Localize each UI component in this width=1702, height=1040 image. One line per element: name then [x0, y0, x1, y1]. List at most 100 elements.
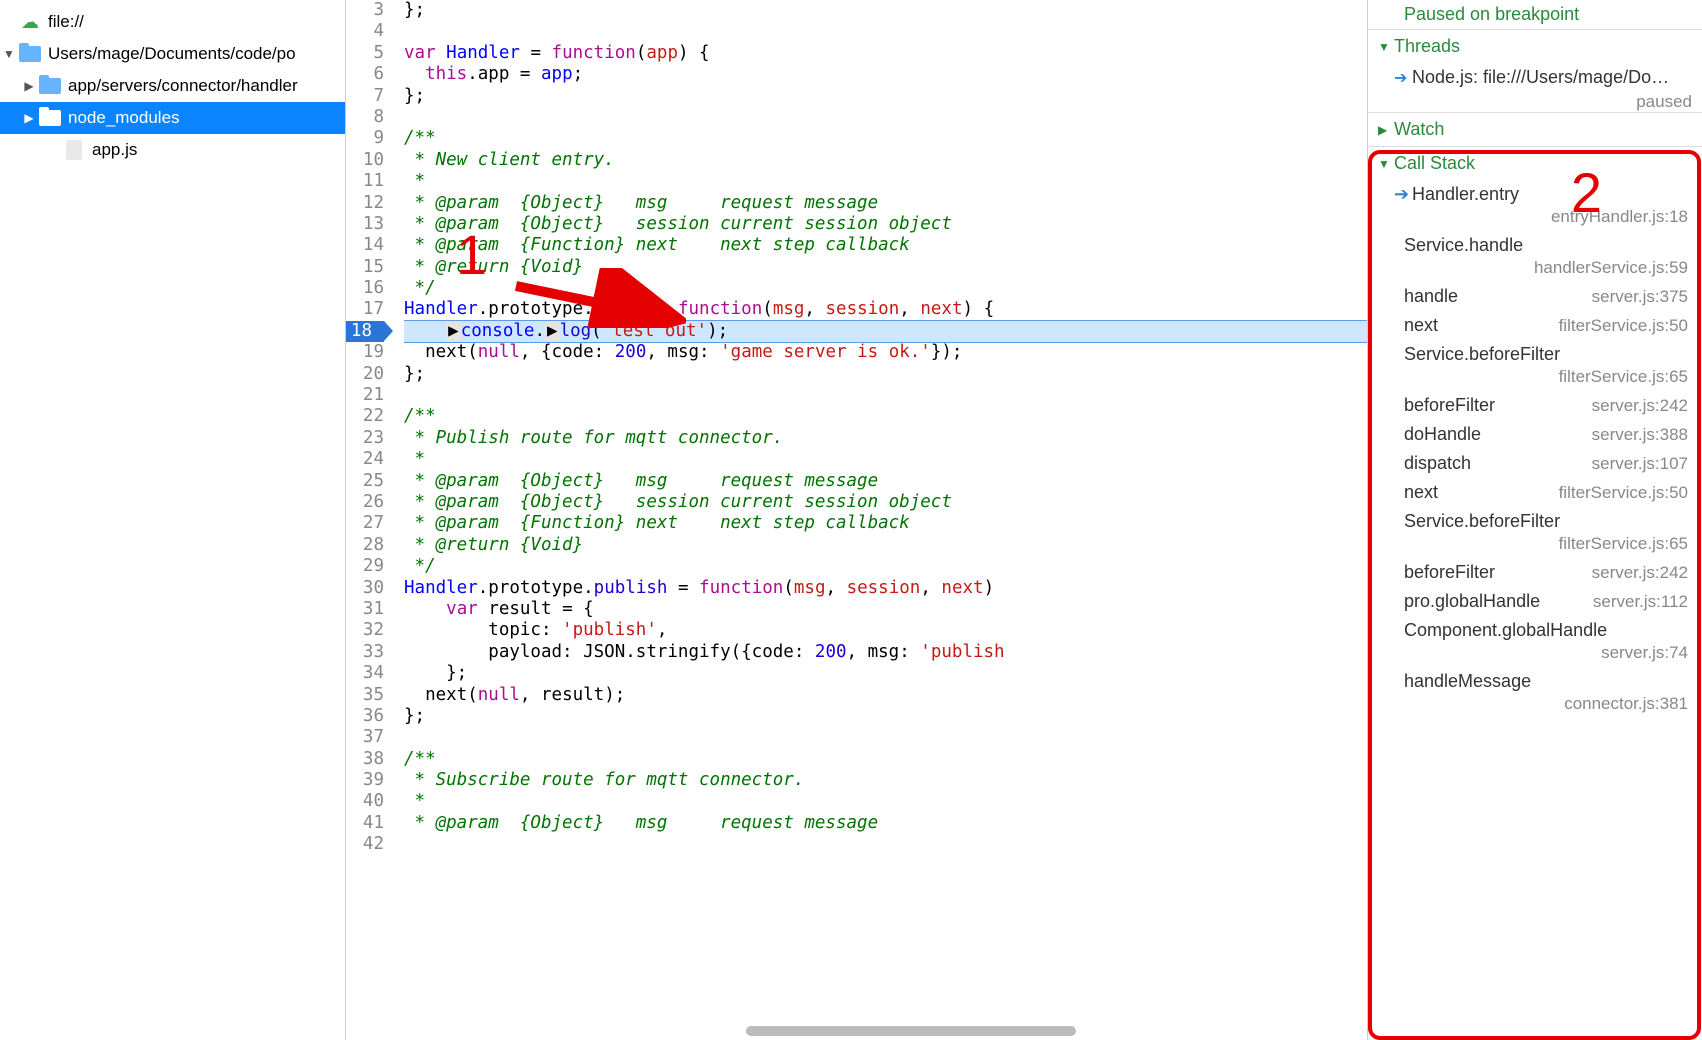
- code-line[interactable]: [404, 385, 1367, 406]
- stack-frame[interactable]: nextfilterService.js:50: [1368, 311, 1702, 340]
- code-editor[interactable]: 3456789101112131415161718192021222324252…: [346, 0, 1367, 1040]
- code-line[interactable]: * Publish route for mqtt connector.: [404, 428, 1367, 449]
- stack-frame[interactable]: Service.beforeFilterfilterService.js:65: [1368, 340, 1702, 391]
- line-number[interactable]: 26: [346, 492, 384, 513]
- line-number[interactable]: 15: [346, 257, 384, 278]
- code-line[interactable]: Handler.prototype.publish = function(msg…: [404, 578, 1367, 599]
- tree-root-scheme[interactable]: ☁ file://: [0, 6, 345, 38]
- line-number[interactable]: 27: [346, 513, 384, 534]
- code-line[interactable]: * @param {Object} session current sessio…: [404, 214, 1367, 235]
- line-number[interactable]: 18: [346, 321, 384, 342]
- code-line[interactable]: /**: [404, 406, 1367, 427]
- line-number[interactable]: 5: [346, 43, 384, 64]
- code-line[interactable]: *: [404, 171, 1367, 192]
- stack-frame[interactable]: handleserver.js:375: [1368, 282, 1702, 311]
- line-number[interactable]: 13: [346, 214, 384, 235]
- code-line[interactable]: };: [404, 86, 1367, 107]
- stack-frame[interactable]: Service.beforeFilterfilterService.js:65: [1368, 507, 1702, 558]
- code-line[interactable]: topic: 'publish',: [404, 620, 1367, 641]
- code-line[interactable]: payload: JSON.stringify({code: 200, msg:…: [404, 642, 1367, 663]
- line-number[interactable]: 22: [346, 406, 384, 427]
- stack-frame[interactable]: beforeFilterserver.js:242: [1368, 558, 1702, 587]
- stack-frame[interactable]: Component.globalHandleserver.js:74: [1368, 616, 1702, 667]
- code-line[interactable]: Handler.prototype.entry = function(msg, …: [404, 299, 1367, 320]
- line-number[interactable]: 6: [346, 64, 384, 85]
- line-number[interactable]: 23: [346, 428, 384, 449]
- code-line[interactable]: };: [404, 0, 1367, 21]
- watch-header[interactable]: ▶ Watch: [1368, 113, 1702, 146]
- line-number[interactable]: 33: [346, 642, 384, 663]
- tree-item-node-modules[interactable]: ▶node_modules: [0, 102, 345, 134]
- line-number[interactable]: 20: [346, 364, 384, 385]
- code-line[interactable]: */: [404, 556, 1367, 577]
- tree-item-users-mage-documents-code-po[interactable]: ▼Users/mage/Documents/code/po: [0, 38, 345, 70]
- code-line[interactable]: var Handler = function(app) {: [404, 43, 1367, 64]
- threads-header[interactable]: ▼ Threads: [1368, 30, 1702, 63]
- code-line[interactable]: * New client entry.: [404, 150, 1367, 171]
- stack-frame[interactable]: nextfilterService.js:50: [1368, 478, 1702, 507]
- code-line[interactable]: [404, 107, 1367, 128]
- code-line[interactable]: */: [404, 278, 1367, 299]
- stack-frame[interactable]: beforeFilterserver.js:242: [1368, 391, 1702, 420]
- line-number[interactable]: 3: [346, 0, 384, 21]
- line-number[interactable]: 40: [346, 791, 384, 812]
- code-line[interactable]: /**: [404, 749, 1367, 770]
- line-number[interactable]: 25: [346, 471, 384, 492]
- line-number[interactable]: 4: [346, 21, 384, 42]
- code-line[interactable]: };: [404, 706, 1367, 727]
- line-number[interactable]: 9: [346, 128, 384, 149]
- line-number[interactable]: 16: [346, 278, 384, 299]
- code-line[interactable]: * @param {Object} msg request message: [404, 471, 1367, 492]
- line-number[interactable]: 8: [346, 107, 384, 128]
- line-number[interactable]: 14: [346, 235, 384, 256]
- line-number[interactable]: 19: [346, 342, 384, 363]
- code-line[interactable]: };: [404, 663, 1367, 684]
- line-number[interactable]: 39: [346, 770, 384, 791]
- code-line[interactable]: *: [404, 791, 1367, 812]
- code-line[interactable]: * @param {Object} msg request message: [404, 813, 1367, 834]
- line-number[interactable]: 29: [346, 556, 384, 577]
- code-line[interactable]: * @return {Void}: [404, 257, 1367, 278]
- line-number[interactable]: 41: [346, 813, 384, 834]
- stack-frame[interactable]: handleMessageconnector.js:381: [1368, 667, 1702, 718]
- stack-frame[interactable]: ➔Handler.entryentryHandler.js:18: [1368, 180, 1702, 231]
- horizontal-scrollbar[interactable]: [746, 1026, 1076, 1036]
- code-line[interactable]: [404, 727, 1367, 748]
- code-line[interactable]: * @param {Function} next next step callb…: [404, 513, 1367, 534]
- tree-item-app-servers-connector-handler[interactable]: ▶app/servers/connector/handler: [0, 70, 345, 102]
- code-line[interactable]: /**: [404, 128, 1367, 149]
- line-number[interactable]: 10: [346, 150, 384, 171]
- line-number[interactable]: 7: [346, 86, 384, 107]
- line-number[interactable]: 32: [346, 620, 384, 641]
- code-area[interactable]: }; var Handler = function(app) { this.app…: [396, 0, 1367, 1040]
- code-line[interactable]: next(null, {code: 200, msg: 'game server…: [404, 342, 1367, 363]
- code-line[interactable]: *: [404, 449, 1367, 470]
- code-line[interactable]: this.app = app;: [404, 64, 1367, 85]
- line-number[interactable]: 34: [346, 663, 384, 684]
- line-number[interactable]: 42: [346, 834, 384, 855]
- line-number[interactable]: 37: [346, 727, 384, 748]
- line-number[interactable]: 36: [346, 706, 384, 727]
- line-number[interactable]: 17: [346, 299, 384, 320]
- code-line[interactable]: * @param {Object} msg request message: [404, 193, 1367, 214]
- line-number[interactable]: 24: [346, 449, 384, 470]
- stack-frame[interactable]: dispatchserver.js:107: [1368, 449, 1702, 478]
- code-line[interactable]: ▶console.▶log('test out');: [404, 321, 1367, 342]
- code-line[interactable]: };: [404, 364, 1367, 385]
- code-line[interactable]: * Subscribe route for mqtt connector.: [404, 770, 1367, 791]
- code-line[interactable]: * @return {Void}: [404, 535, 1367, 556]
- code-line[interactable]: next(null, result);: [404, 685, 1367, 706]
- line-number[interactable]: 30: [346, 578, 384, 599]
- stack-frame[interactable]: pro.globalHandleserver.js:112: [1368, 587, 1702, 616]
- code-line[interactable]: var result = {: [404, 599, 1367, 620]
- tree-item-app-js[interactable]: app.js: [0, 134, 345, 166]
- stack-frame[interactable]: doHandleserver.js:388: [1368, 420, 1702, 449]
- thread-item[interactable]: ➔ Node.js: file:///Users/mage/Do…: [1368, 63, 1702, 92]
- line-number[interactable]: 35: [346, 685, 384, 706]
- line-number[interactable]: 11: [346, 171, 384, 192]
- line-number[interactable]: 28: [346, 535, 384, 556]
- code-line[interactable]: [404, 21, 1367, 42]
- line-number[interactable]: 38: [346, 749, 384, 770]
- call-stack-header[interactable]: ▼ Call Stack: [1368, 147, 1702, 180]
- stack-frame[interactable]: Service.handlehandlerService.js:59: [1368, 231, 1702, 282]
